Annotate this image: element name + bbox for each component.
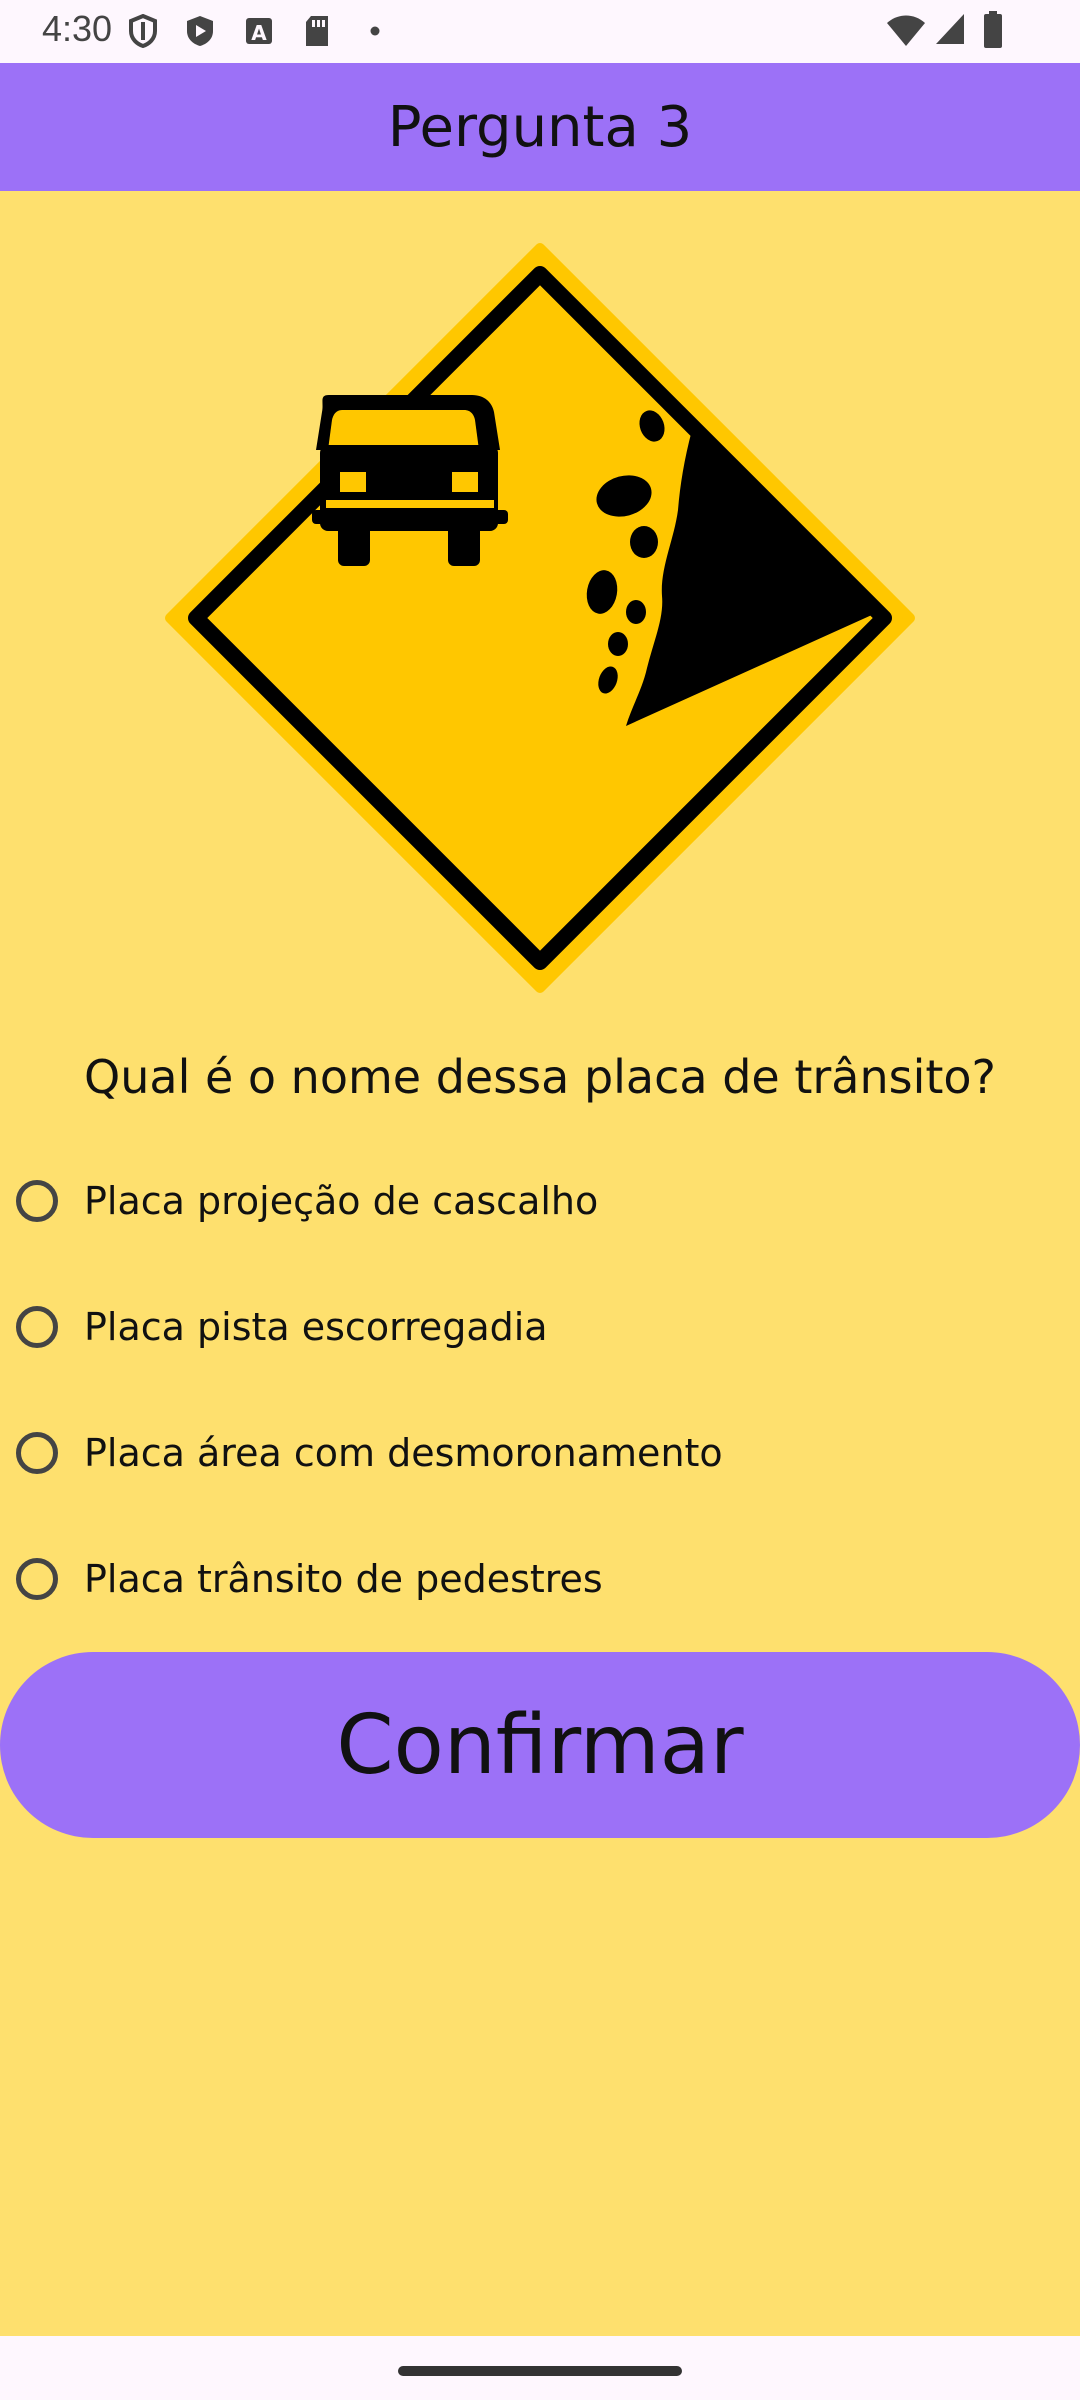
option-label: Placa pista escorregadia bbox=[84, 1305, 548, 1349]
falling-rocks-sign-image bbox=[165, 243, 915, 993]
notification-dot-icon bbox=[370, 26, 380, 36]
svg-text:A: A bbox=[251, 21, 267, 45]
battery-icon bbox=[984, 11, 1002, 48]
option-2[interactable]: Placa pista escorregadia bbox=[0, 1264, 1080, 1390]
option-4[interactable]: Placa trânsito de pedestres bbox=[0, 1516, 1080, 1642]
radio-button[interactable] bbox=[16, 1558, 58, 1600]
navigation-bar bbox=[0, 2336, 1080, 2400]
wifi-icon bbox=[887, 15, 925, 46]
option-3[interactable]: Placa área com desmoronamento bbox=[0, 1390, 1080, 1516]
option-label: Placa projeção de cascalho bbox=[84, 1179, 599, 1223]
status-bar: 4:30 A bbox=[0, 0, 1080, 63]
option-label: Placa área com desmoronamento bbox=[84, 1431, 723, 1475]
status-time: 4:30 bbox=[42, 8, 113, 49]
radio-button[interactable] bbox=[16, 1432, 58, 1474]
cell-signal-icon bbox=[936, 14, 964, 44]
play-protect-icon bbox=[187, 16, 213, 46]
radio-button[interactable] bbox=[16, 1180, 58, 1222]
shield-icon bbox=[129, 14, 157, 48]
app-bar: Pergunta 3 bbox=[0, 63, 1080, 191]
home-gesture-handle[interactable] bbox=[398, 2366, 682, 2376]
font-icon: A bbox=[246, 18, 272, 45]
sd-card-icon bbox=[306, 16, 328, 46]
confirm-button[interactable]: Confirmar bbox=[0, 1652, 1080, 1838]
option-label: Placa trânsito de pedestres bbox=[84, 1557, 603, 1601]
question-text: Qual é o nome dessa placa de trânsito? bbox=[84, 1050, 996, 1104]
answer-options: Placa projeção de cascalho Placa pista e… bbox=[0, 1138, 1080, 1642]
page-title: Pergunta 3 bbox=[387, 94, 693, 160]
option-1[interactable]: Placa projeção de cascalho bbox=[0, 1138, 1080, 1264]
radio-button[interactable] bbox=[16, 1306, 58, 1348]
